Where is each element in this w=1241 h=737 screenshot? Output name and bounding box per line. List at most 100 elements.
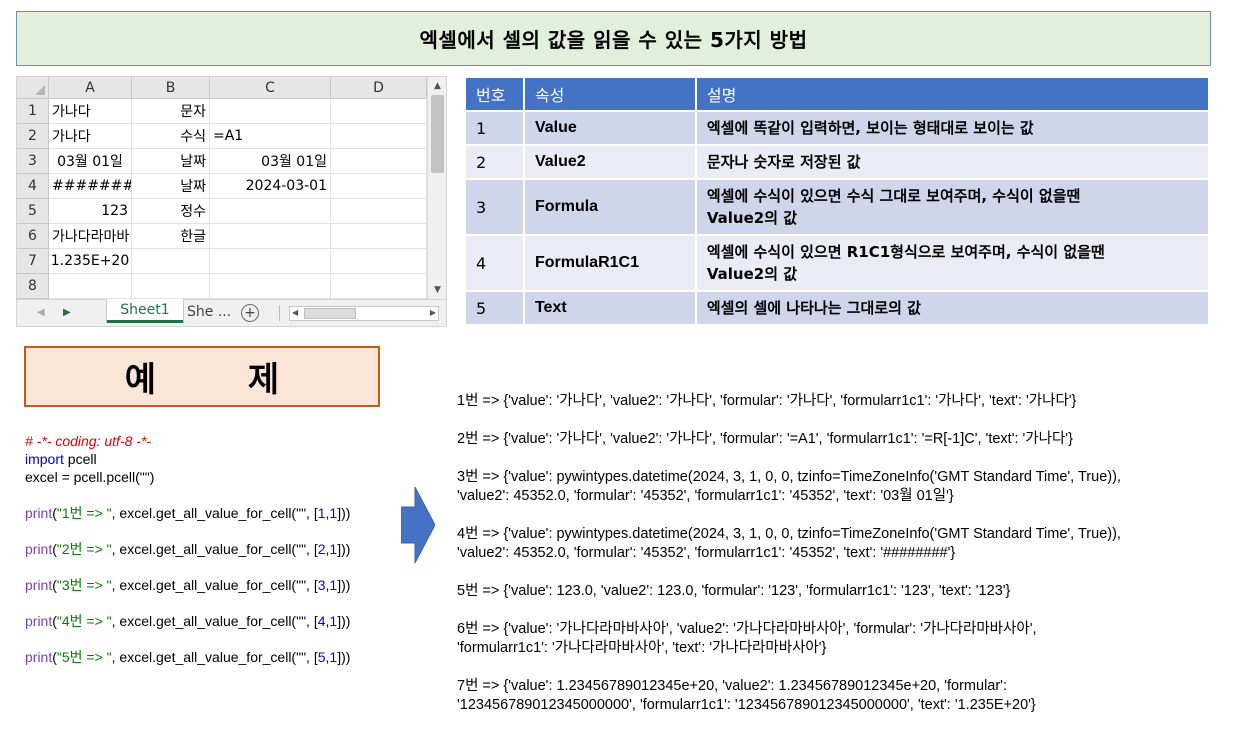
row-no: 1 (466, 111, 525, 146)
cell-a7[interactable]: 1.235E+20 (49, 249, 132, 274)
table-row: 1 Value 엑셀에 똑같이 입력하면, 보이는 형태대로 보이는 값 (466, 111, 1211, 146)
code-call: , excel.get_all_value_for_cell("", [ (111, 505, 318, 521)
cell-d1[interactable] (331, 99, 427, 124)
scroll-up-icon[interactable]: ▲ (430, 79, 445, 93)
output-line: 3번 => {'value': pywintypes.datetime(2024… (457, 469, 1121, 485)
output-block: 1번 => {'value': '가나다', 'value2': '가나다', … (457, 392, 1227, 411)
code-sample: # -*- coding: utf-8 -*- import pcell exc… (25, 432, 405, 666)
cell-d4[interactable] (331, 174, 427, 199)
output-block: 5번 => {'value': 123.0, 'value2': 123.0, … (457, 582, 1227, 601)
cell-c6[interactable] (210, 224, 331, 249)
row-header-1[interactable]: 1 (17, 99, 49, 124)
row-header-7[interactable]: 7 (17, 249, 49, 274)
code-number: 4 (317, 613, 326, 629)
cell-c5[interactable] (210, 199, 331, 224)
cell-d8[interactable] (331, 274, 427, 299)
select-all-corner[interactable] (17, 77, 49, 99)
column-header-c[interactable]: C (210, 77, 331, 99)
prev-sheet-icon[interactable]: ◀ (37, 307, 45, 318)
output-line: 7번 => {'value': 1.23456789012345e+20, 'v… (457, 678, 1007, 694)
cell-c4[interactable]: 2024-03-01 (210, 174, 331, 199)
add-sheet-icon[interactable]: + (241, 304, 259, 322)
header-attr: 속성 (523, 78, 697, 112)
row-header-6[interactable]: 6 (17, 224, 49, 249)
row-no: 3 (466, 179, 525, 236)
row-header-4[interactable]: 4 (17, 174, 49, 199)
code-close: ])) (337, 649, 351, 665)
cell-a8[interactable] (49, 274, 132, 299)
page-title-banner: 엑셀에서 셀의 값을 읽을 수 있는 5가지 방법 (16, 11, 1211, 66)
code-number: 2 (317, 541, 326, 557)
code-call: , excel.get_all_value_for_cell("", [ (111, 577, 318, 593)
cell-d5[interactable] (331, 199, 427, 224)
sheet-tab-sheet1[interactable]: Sheet1 (107, 299, 183, 323)
cell-b2[interactable]: 수식 (132, 124, 210, 149)
scroll-right-icon[interactable]: ▶ (430, 308, 436, 317)
cell-a5[interactable]: 123 (49, 199, 132, 224)
sheet-grid: A B C D 1 2 3 4 5 6 7 8 가나다 문자 가나다 수식 =A… (17, 77, 427, 299)
vertical-scroll-thumb[interactable] (431, 95, 444, 173)
cell-b6[interactable]: 한글 (132, 224, 210, 249)
cell-c2[interactable]: =A1 (210, 124, 331, 149)
column-header-a[interactable]: A (49, 77, 132, 99)
code-print-line: print("3번 => ", excel.get_all_value_for_… (25, 576, 405, 594)
output-line: 'value2': 45352.0, 'formular': '45352', … (457, 488, 954, 504)
code-call: , excel.get_all_value_for_cell("", [ (111, 541, 318, 557)
row-header-2[interactable]: 2 (17, 124, 49, 149)
row-header-3[interactable]: 3 (17, 149, 49, 174)
cell-d2[interactable] (331, 124, 427, 149)
cell-a4[interactable]: ######## (49, 174, 132, 199)
cell-c8[interactable] (210, 274, 331, 299)
cell-a6[interactable]: 가나다라마바 (49, 224, 132, 249)
next-sheet-icon[interactable]: ▶ (63, 307, 71, 318)
output-line: 1번 => {'value': '가나다', 'value2': '가나다', … (457, 393, 1077, 409)
code-print-line: print("1번 => ", excel.get_all_value_for_… (25, 504, 405, 522)
row-attr: Value (523, 111, 697, 146)
cell-b8[interactable] (132, 274, 210, 299)
scroll-down-icon[interactable]: ▼ (430, 283, 445, 297)
row-desc-line: 엑셀에 수식이 있으면 R1C1형식으로 보여주며, 수식이 없을땐 (706, 243, 1105, 261)
cell-a1[interactable]: 가나다 (49, 99, 132, 124)
cell-c1[interactable] (210, 99, 331, 124)
select-all-triangle-icon (35, 85, 45, 95)
code-fn: print (25, 613, 53, 629)
sheet-tab-more[interactable]: She ... (187, 302, 231, 322)
cell-b7[interactable] (132, 249, 210, 274)
row-desc: 엑셀에 똑같이 입력하면, 보이는 형태대로 보이는 값 (695, 111, 1211, 146)
cell-c7[interactable] (210, 249, 331, 274)
page-title: 엑셀에서 셀의 값을 읽을 수 있는 5가지 방법 (419, 28, 808, 52)
code-string: "5번 => " (56, 649, 112, 665)
table-row: 2 Value2 문자나 숫자로 저장된 값 (466, 145, 1211, 180)
cell-d3[interactable] (331, 149, 427, 174)
scroll-left-icon[interactable]: ◀ (292, 308, 298, 317)
output-line: 6번 => {'value': '가나다라마바사아', 'value2': '가… (457, 621, 1037, 637)
cell-d6[interactable] (331, 224, 427, 249)
row-desc-line: Value2의 값 (706, 209, 798, 227)
code-string: "2번 => " (56, 541, 112, 557)
horizontal-scroll-thumb[interactable] (304, 308, 356, 319)
cell-b3[interactable]: 날짜 (132, 149, 210, 174)
row-desc: 엑셀의 셀에 나타나는 그대로의 값 (695, 291, 1211, 326)
cell-b5[interactable]: 정수 (132, 199, 210, 224)
code-fn: print (25, 541, 53, 557)
row-desc: 엑셀에 수식이 있으면 R1C1형식으로 보여주며, 수식이 없을땐 Value… (695, 235, 1211, 292)
cell-c3[interactable]: 03월 01일 (210, 149, 331, 174)
row-header-5[interactable]: 5 (17, 199, 49, 224)
cell-a3[interactable]: 03월 01일 (49, 149, 132, 174)
cell-a2[interactable]: 가나다 (49, 124, 132, 149)
cell-b1[interactable]: 문자 (132, 99, 210, 124)
table-row: 5 Text 엑셀의 셀에 나타나는 그대로의 값 (466, 291, 1211, 326)
horizontal-scrollbar[interactable]: ◀ ▶ (289, 306, 439, 321)
code-call: , excel.get_all_value_for_cell("", [ (111, 649, 318, 665)
column-header-d[interactable]: D (331, 77, 427, 99)
code-close: ])) (337, 613, 351, 629)
code-number: 1 (317, 505, 326, 521)
cell-d7[interactable] (331, 249, 427, 274)
row-header-8[interactable]: 8 (17, 274, 49, 299)
code-import-keyword: import (25, 451, 64, 467)
code-print-line: print("2번 => ", excel.get_all_value_for_… (25, 540, 405, 558)
cell-b4[interactable]: 날짜 (132, 174, 210, 199)
row-no: 2 (466, 145, 525, 180)
column-header-b[interactable]: B (132, 77, 210, 99)
vertical-scrollbar[interactable]: ▲ ▼ (427, 77, 446, 299)
